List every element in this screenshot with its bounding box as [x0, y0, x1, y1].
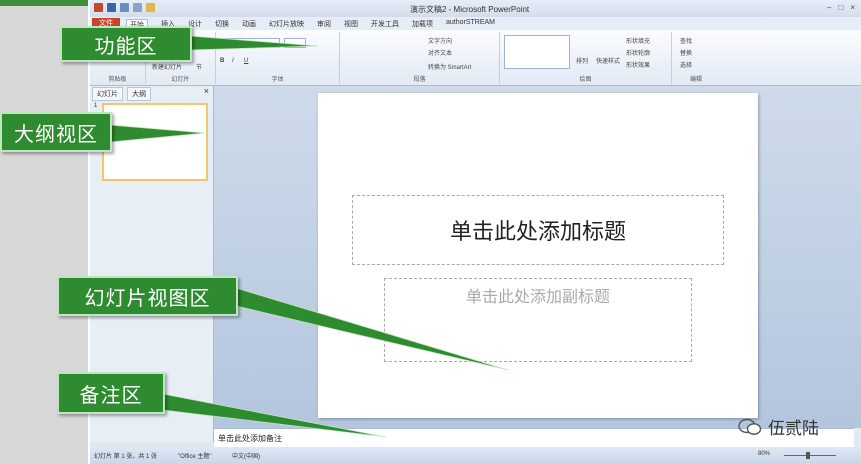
- replace-button[interactable]: 替换: [680, 48, 692, 57]
- italic-button[interactable]: I: [232, 58, 234, 64]
- tab-animations[interactable]: 动画: [242, 19, 256, 30]
- tab-slides-pane[interactable]: 幻灯片: [92, 87, 123, 101]
- group-label-paragraph: 段落: [413, 77, 426, 83]
- group-label-clipboard: 剪贴板: [108, 77, 127, 83]
- open-icon[interactable]: [146, 3, 155, 12]
- tab-outline-pane[interactable]: 大纲: [127, 87, 151, 101]
- status-bar: 幻灯片 第 1 张，共 1 张 "Office 主题" 中文(中国) 80%: [90, 447, 861, 464]
- align-text-button[interactable]: 对齐文本: [428, 48, 452, 57]
- zoom-slider[interactable]: [784, 455, 836, 456]
- tab-slideshow[interactable]: 幻灯片放映: [269, 19, 304, 30]
- tab-transitions[interactable]: 切换: [215, 19, 229, 30]
- group-editing: 查找 替换 选择 编辑: [672, 32, 720, 84]
- group-drawing: 排列 快速样式 形状填充 形状轮廓 形状效果 绘图: [500, 32, 672, 84]
- quick-styles-button[interactable]: 快速样式: [596, 56, 620, 65]
- convert-smartart-button[interactable]: 转换为 SmartArt: [428, 62, 471, 71]
- shape-effects-button[interactable]: 形状效果: [626, 60, 650, 69]
- arrange-button[interactable]: 排列: [576, 56, 588, 65]
- title-placeholder[interactable]: 单击此处添加标题: [352, 195, 724, 265]
- watermark-text: 伍贰陆: [768, 419, 819, 439]
- wechat-icon: [738, 418, 762, 436]
- maximize-button[interactable]: □: [838, 3, 843, 12]
- zoom-level[interactable]: 80%: [758, 451, 770, 457]
- tab-view[interactable]: 视图: [344, 19, 358, 30]
- callout-slide-view: 幻灯片视图区: [57, 276, 238, 316]
- app-icon[interactable]: [94, 3, 103, 12]
- title-bar: 演示文稿2 - Microsoft PowerPoint – □ ×: [90, 0, 861, 17]
- section-button[interactable]: 节: [196, 62, 202, 71]
- group-label-slides: 幻灯片: [171, 77, 190, 83]
- window-title: 演示文稿2 - Microsoft PowerPoint: [410, 5, 530, 14]
- ribbon-tab-bar: 文件 开始 插入 设计 切换 动画 幻灯片放映 审阅 视图 开发工具 加载项 a…: [90, 17, 861, 30]
- notes-scrollbar[interactable]: [854, 428, 861, 447]
- undo-icon[interactable]: [120, 3, 129, 12]
- powerpoint-window: 演示文稿2 - Microsoft PowerPoint – □ × 文件 开始…: [90, 0, 861, 464]
- tab-developer[interactable]: 开发工具: [371, 19, 399, 30]
- tab-addins[interactable]: 加载项: [412, 19, 433, 30]
- ribbon: 剪贴板 新建幻灯片 节 幻灯片 B I U 字体 文字方向 对齐文本 转换为 S…: [90, 30, 861, 86]
- tab-authorstream[interactable]: authorSTREAM: [446, 19, 495, 30]
- callout-outline: 大纲视区: [0, 112, 112, 152]
- close-button[interactable]: ×: [850, 3, 855, 12]
- shape-fill-button[interactable]: 形状填充: [626, 36, 650, 45]
- callout-ribbon: 功能区: [60, 26, 192, 62]
- group-paragraph: 文字方向 对齐文本 转换为 SmartArt 段落: [340, 32, 500, 84]
- callout-notes: 备注区: [57, 372, 165, 414]
- quick-access-toolbar: [94, 3, 155, 12]
- slide-view-area: 单击此处添加标题 单击此处添加副标题: [214, 86, 861, 428]
- shapes-gallery[interactable]: [504, 35, 570, 69]
- minimize-button[interactable]: –: [827, 3, 831, 12]
- tab-review[interactable]: 审阅: [317, 19, 331, 30]
- group-label-font: 字体: [271, 77, 284, 83]
- new-slide-button[interactable]: 新建幻灯片: [152, 62, 182, 71]
- slide-thumbnail[interactable]: [102, 103, 208, 181]
- font-name-select[interactable]: [220, 38, 280, 48]
- zoom-slider-knob[interactable]: [806, 452, 810, 459]
- group-label-editing: 编辑: [689, 77, 702, 83]
- subtitle-placeholder[interactable]: 单击此处添加副标题: [384, 278, 692, 362]
- group-label-drawing: 绘图: [579, 77, 592, 83]
- find-button[interactable]: 查找: [680, 36, 692, 45]
- select-button[interactable]: 选择: [680, 60, 692, 69]
- bold-button[interactable]: B: [220, 58, 224, 64]
- pane-close-icon[interactable]: ×: [204, 86, 209, 96]
- watermark: 伍贰陆: [738, 414, 819, 439]
- status-theme: "Office 主题": [178, 454, 212, 460]
- status-language: 中文(中国): [232, 454, 260, 460]
- shape-outline-button[interactable]: 形状轮廓: [626, 48, 650, 57]
- font-size-select[interactable]: [284, 38, 306, 48]
- text-direction-button[interactable]: 文字方向: [428, 36, 452, 45]
- status-slide-info: 幻灯片 第 1 张，共 1 张: [94, 454, 158, 460]
- save-icon[interactable]: [107, 3, 116, 12]
- redo-icon[interactable]: [133, 3, 142, 12]
- screen-top-strip: [0, 0, 88, 6]
- slide-canvas[interactable]: 单击此处添加标题 单击此处添加副标题: [318, 93, 758, 418]
- underline-button[interactable]: U: [244, 58, 248, 64]
- group-font: B I U 字体: [216, 32, 340, 84]
- thumbnail-number: 1: [94, 103, 98, 109]
